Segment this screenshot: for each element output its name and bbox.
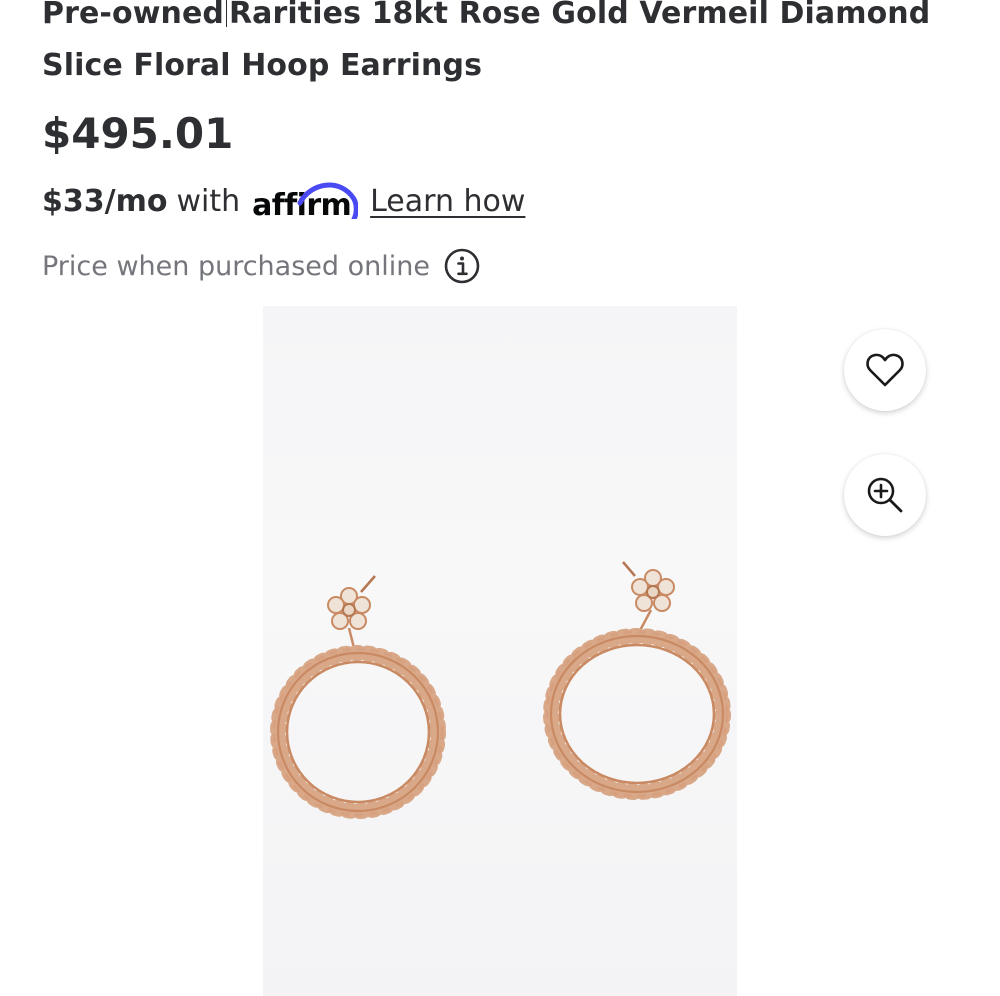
title-condition: Pre-owned: [42, 0, 224, 31]
monthly-payment: $33/mo: [42, 183, 168, 219]
zoom-button[interactable]: [844, 454, 926, 536]
product-image[interactable]: [263, 306, 737, 996]
product-page: Pre-owned Rarities 18kt Rose Gold Vermeil…: [0, 0, 1000, 996]
info-icon[interactable]: [444, 248, 480, 284]
financing-row: $33/mo with affirm Learn how: [42, 176, 525, 226]
left-earring: [270, 575, 446, 819]
right-earring: [543, 561, 731, 800]
favorite-button[interactable]: [844, 329, 926, 411]
financing-with-text: with: [176, 183, 241, 219]
price-note-text: Price when purchased online: [42, 250, 430, 282]
affirm-arc-icon: [297, 182, 359, 219]
earrings-image: [270, 561, 731, 819]
price-note-row: Price when purchased online: [42, 244, 480, 288]
product-price: $495.01: [42, 109, 234, 158]
heart-icon: [866, 353, 904, 387]
zoom-in-icon: [867, 477, 903, 513]
learn-how-link[interactable]: Learn how: [370, 184, 525, 219]
title-separator: [225, 0, 227, 27]
product-title: Pre-owned Rarities 18kt Rose Gold Vermeil…: [42, 0, 982, 92]
affirm-logo: affirm: [252, 179, 359, 223]
